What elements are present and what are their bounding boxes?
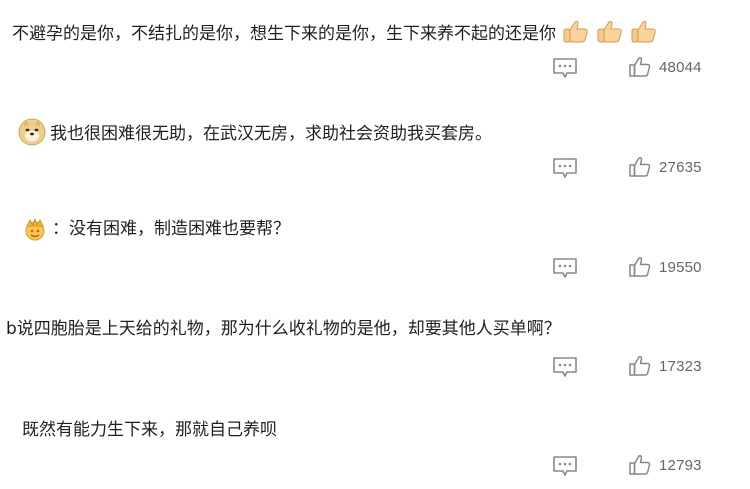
comment-text: ：没有困难，制造困难也要帮？ xyxy=(52,219,290,239)
like-count: 12793 xyxy=(659,457,702,474)
comment-actions: 12793 xyxy=(552,454,742,480)
thumbs-up-emoji xyxy=(562,19,590,52)
reply-button[interactable] xyxy=(552,56,578,80)
comment-bubble-icon xyxy=(553,58,577,78)
like-count: 19550 xyxy=(659,259,702,276)
doge-emoji xyxy=(18,118,46,153)
like-count: 48044 xyxy=(659,59,702,76)
comment-text: b说四胞胎是上天给的礼物，那为什么收礼物的是他，却要其他人买单啊？ xyxy=(6,319,561,339)
thumbs-up-outline-icon xyxy=(629,157,651,177)
comment-body: ：没有困难，制造困难也要帮？ xyxy=(22,217,290,248)
like-button[interactable]: 48044 xyxy=(628,55,738,81)
comment-actions: 48044 xyxy=(552,56,742,82)
comment-text: 既然有能力生下来，那就自己养呗 xyxy=(22,420,277,440)
like-button[interactable]: 19550 xyxy=(628,255,738,281)
reply-button[interactable] xyxy=(552,355,578,379)
comment-text: 我也很困难很无助，在武汉无房，求助社会资助我买套房。 xyxy=(50,124,492,144)
thumbs-up-outline-icon xyxy=(629,57,651,77)
comment-bubble-icon xyxy=(553,158,577,178)
reply-button[interactable] xyxy=(552,454,578,478)
like-count: 27635 xyxy=(659,159,702,176)
comment-body: 既然有能力生下来，那就自己养呗 xyxy=(22,418,277,442)
thumbs-up-emoji xyxy=(630,19,658,52)
reply-button[interactable] xyxy=(552,256,578,280)
like-count: 17323 xyxy=(659,358,702,375)
comment-bubble-icon xyxy=(553,456,577,476)
comment-body: 不避孕的是你，不结扎的是你，想生下来的是你，生下来养不起的还是你 xyxy=(12,19,658,52)
thumbs-up-outline-icon xyxy=(629,257,651,277)
comment-actions: 27635 xyxy=(552,156,742,182)
comment-actions: 19550 xyxy=(552,256,742,282)
comment-text: 不避孕的是你，不结扎的是你，想生下来的是你，生下来养不起的还是你 xyxy=(12,24,556,44)
comment-bubble-icon xyxy=(553,258,577,278)
reply-button[interactable] xyxy=(552,156,578,180)
thumbs-up-outline-icon xyxy=(629,455,651,475)
comment-bubble-icon xyxy=(553,357,577,377)
comment-body: 我也很困难很无助，在武汉无房，求助社会资助我买套房。 xyxy=(18,118,492,153)
like-button[interactable]: 27635 xyxy=(628,155,738,181)
thumbs-up-emoji xyxy=(596,19,624,52)
comment-body: b说四胞胎是上天给的礼物，那为什么收礼物的是他，却要其他人买单啊？ xyxy=(6,317,561,341)
comment-actions: 17323 xyxy=(552,355,742,381)
crown-badge-icon xyxy=(22,217,48,248)
thumbs-up-outline-icon xyxy=(629,356,651,376)
like-button[interactable]: 12793 xyxy=(628,453,738,479)
like-button[interactable]: 17323 xyxy=(628,354,738,380)
